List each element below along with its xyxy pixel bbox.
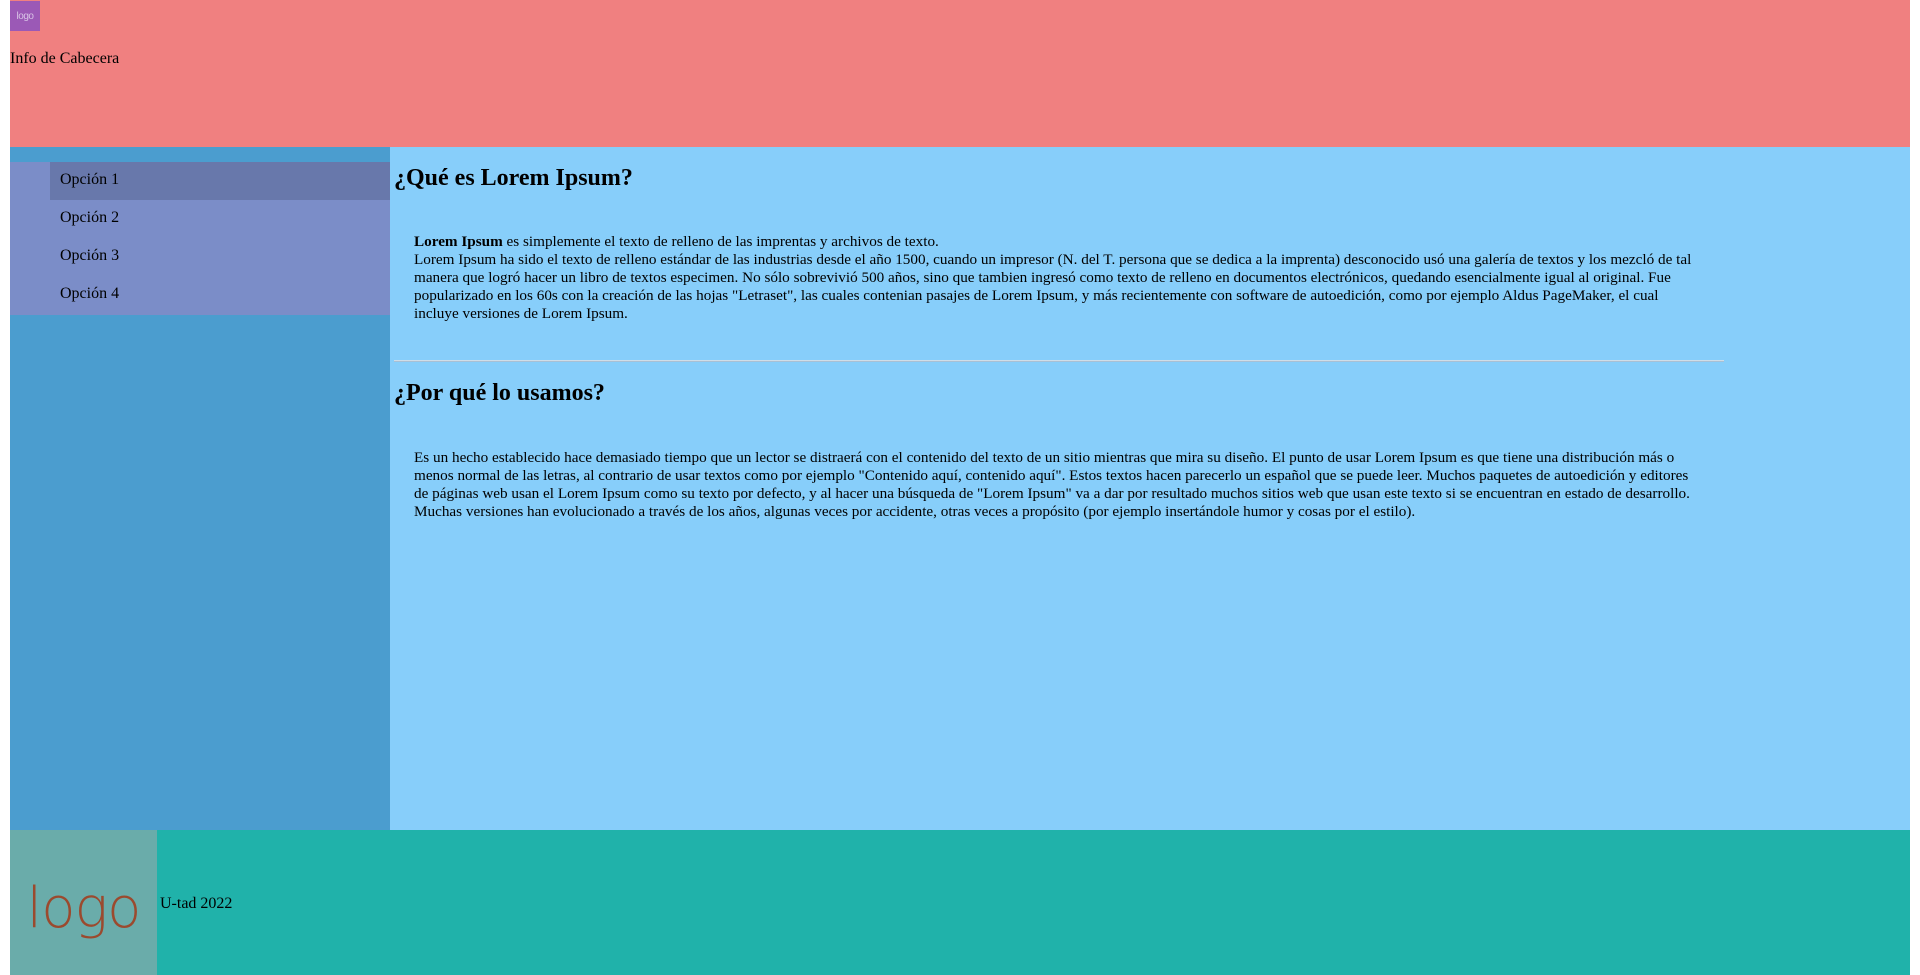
section-paragraph-por-que: Es un hecho establecido hace demasiado t… bbox=[414, 449, 1690, 520]
header-info: Info de Cabecera bbox=[10, 50, 120, 67]
page: logo Info de Cabecera Opción 1 Opción 2 … bbox=[10, 0, 1910, 975]
header: logo Info de Cabecera bbox=[10, 0, 1910, 147]
sidebar-item-opcion-4[interactable]: Opción 4 bbox=[50, 276, 390, 314]
section-divider bbox=[394, 360, 1724, 362]
section-title-por-que: ¿Por qué lo usamos? bbox=[394, 380, 605, 406]
sidebar-nav: Opción 1 Opción 2 Opción 3 Opción 4 bbox=[10, 162, 390, 315]
footer-logo-text: logo bbox=[26, 876, 142, 941]
main-content: ¿Qué es Lorem Ipsum? Lorem Ipsum es simp… bbox=[390, 147, 1910, 830]
lead-text: es simplemente el texto de relleno de la… bbox=[502, 233, 939, 250]
body-text: Lorem Ipsum ha sido el texto de relleno … bbox=[414, 251, 1692, 322]
footer-logo: logo bbox=[10, 830, 157, 975]
lead-bold-text: Lorem Ipsum bbox=[414, 233, 503, 250]
section-title-lorem: ¿Qué es Lorem Ipsum? bbox=[394, 165, 633, 191]
header-logo: logo bbox=[10, 1, 40, 31]
footer: logo U-tad 2022 bbox=[10, 830, 1910, 975]
sidebar-item-opcion-2[interactable]: Opción 2 bbox=[50, 200, 390, 238]
footer-copyright: U-tad 2022 bbox=[160, 895, 233, 912]
sidebar: Opción 1 Opción 2 Opción 3 Opción 4 bbox=[10, 147, 390, 830]
sidebar-item-opcion-3[interactable]: Opción 3 bbox=[50, 238, 390, 276]
sidebar-item-opcion-1[interactable]: Opción 1 bbox=[50, 162, 390, 200]
section-paragraph-lorem: Lorem Ipsum es simplemente el texto de r… bbox=[414, 233, 1704, 323]
